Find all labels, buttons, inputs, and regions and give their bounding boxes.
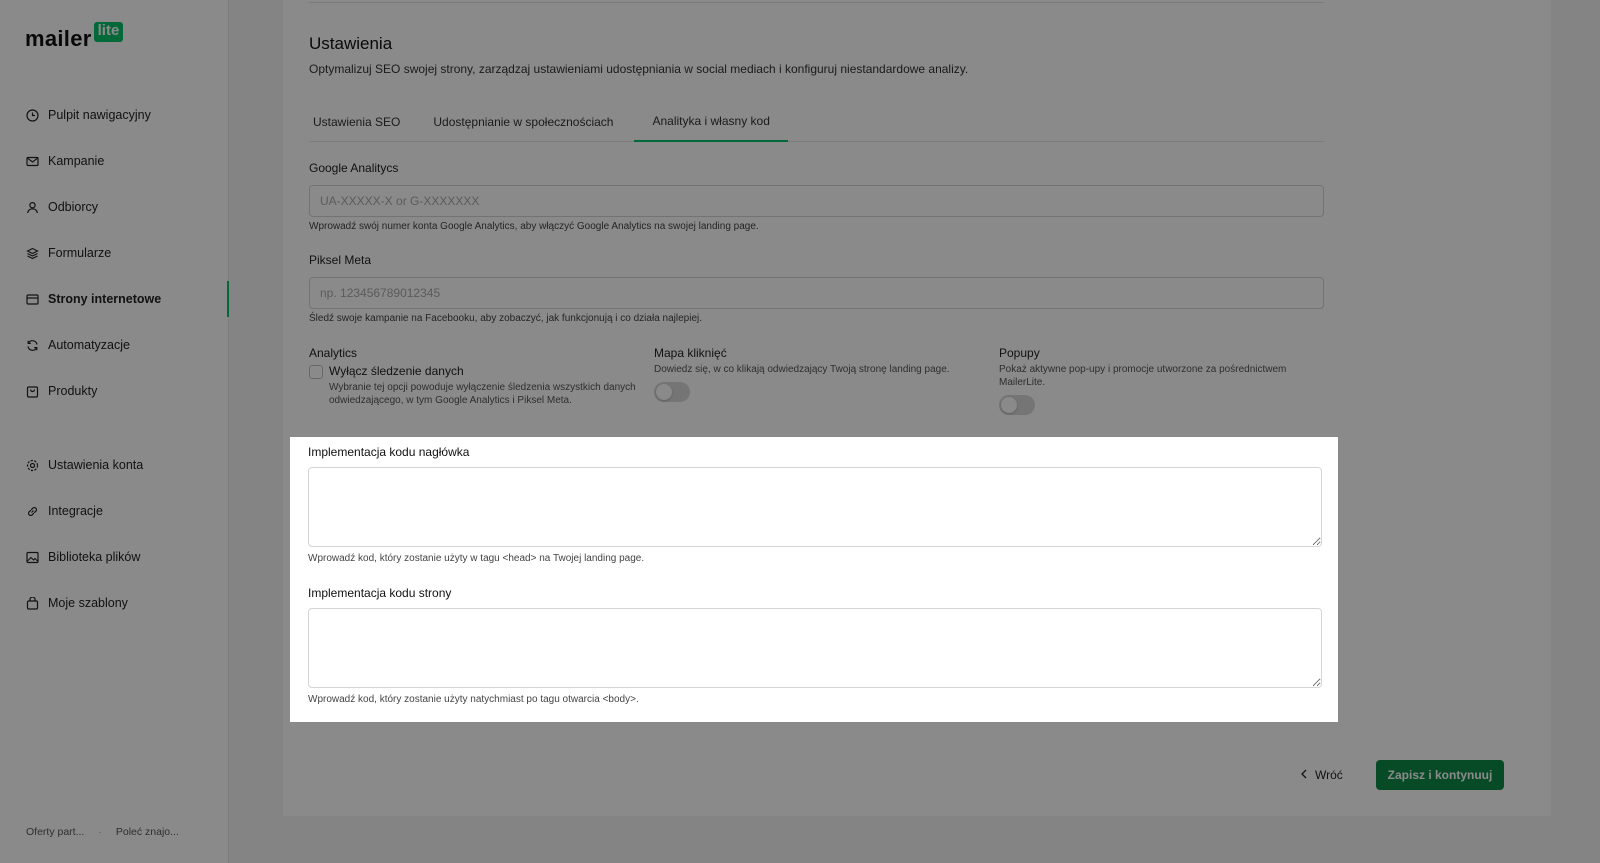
custom-code-panel: Implementacja kodu nagłówka Wprowadź kod… (290, 437, 1338, 722)
body-code-textarea[interactable] (308, 608, 1322, 688)
head-code-label: Implementacja kodu nagłówka (308, 445, 470, 459)
body-code-label: Implementacja kodu strony (308, 586, 452, 600)
head-code-textarea[interactable] (308, 467, 1322, 547)
dim-overlay (0, 0, 1600, 863)
head-code-hint: Wprowadź kod, który zostanie użyty w tag… (308, 553, 645, 564)
body-code-hint: Wprowadź kod, który zostanie użyty natyc… (308, 694, 639, 705)
